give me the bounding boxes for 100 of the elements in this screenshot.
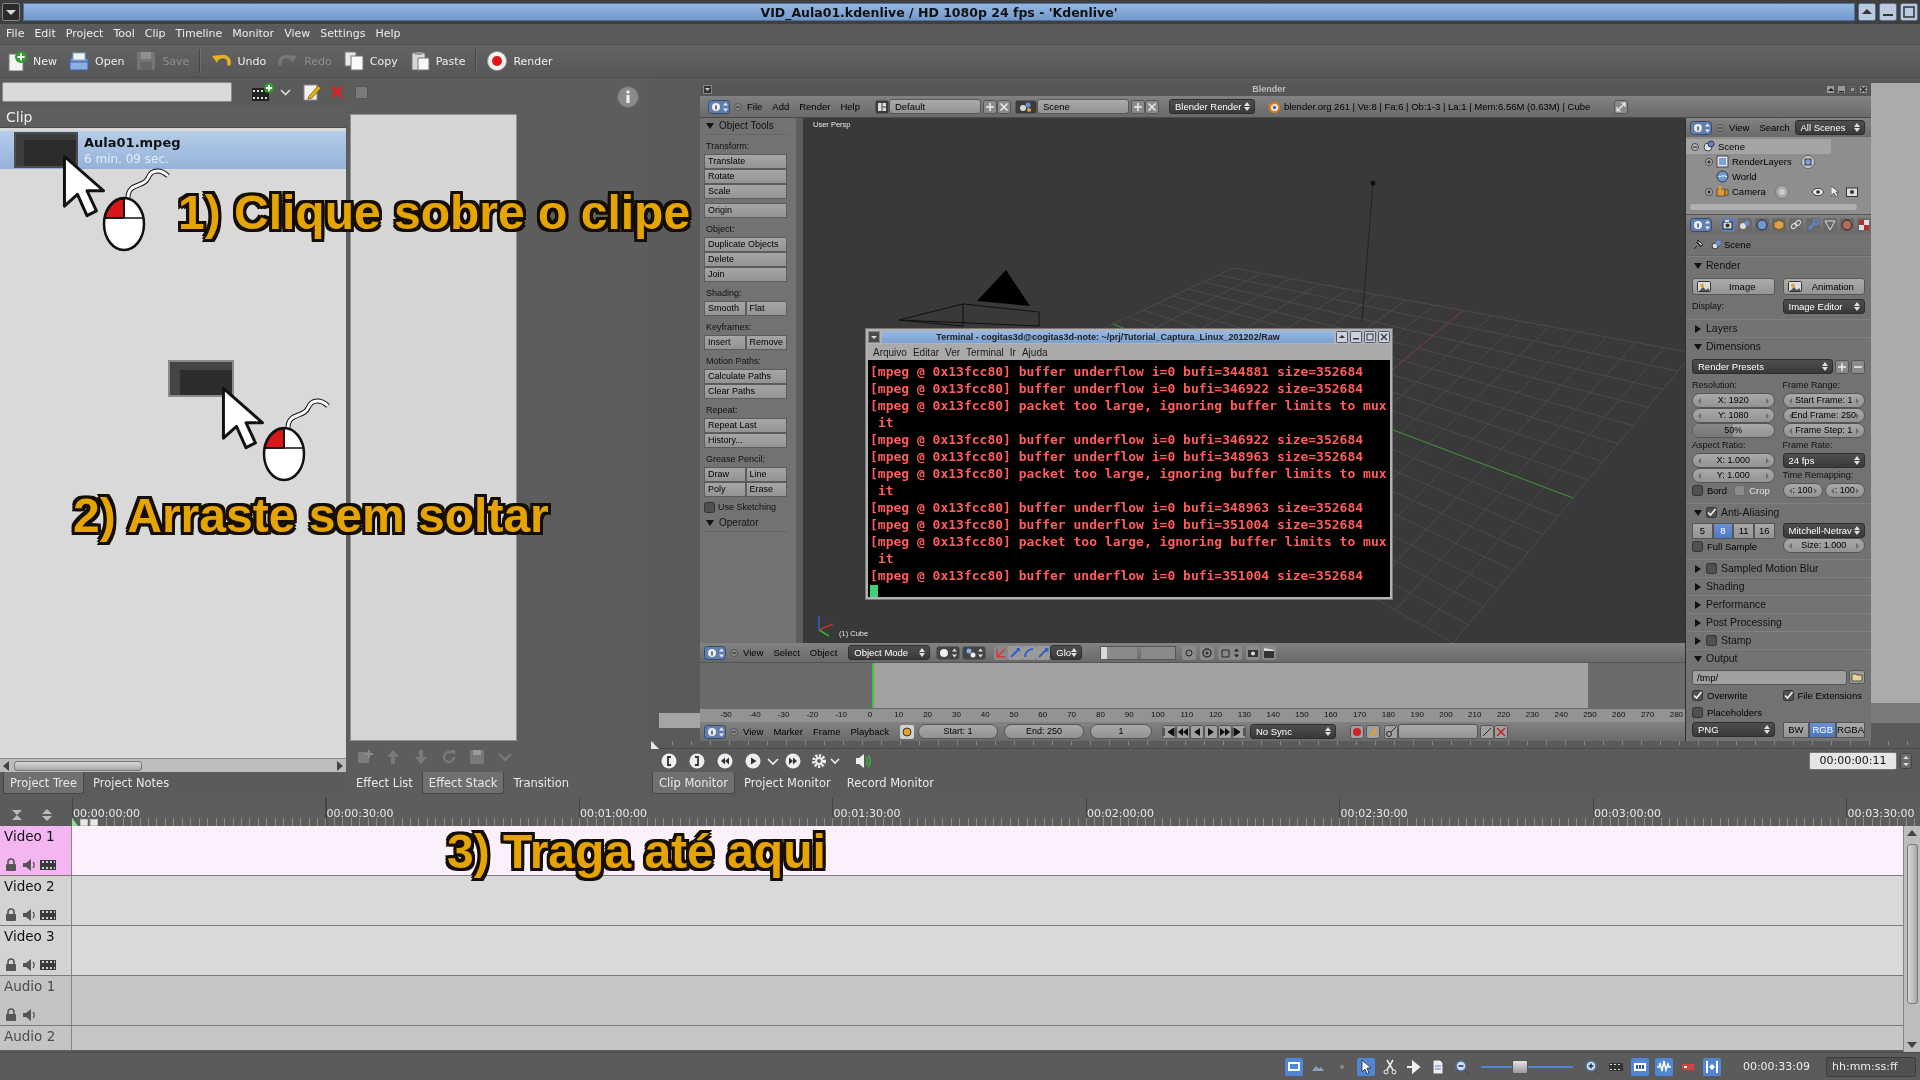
disclosure-triangle-icon[interactable]	[1694, 582, 1702, 591]
menu-item[interactable]: Frame	[808, 726, 846, 737]
path-field[interactable]: /tmp/	[1692, 670, 1847, 685]
outliner-item[interactable]: World	[1686, 169, 1871, 184]
info-icon[interactable]	[617, 86, 639, 108]
tool-button[interactable]: Poly	[704, 482, 746, 497]
scrollbar-handle[interactable]	[1906, 844, 1918, 1004]
play-reverse-icon[interactable]	[1190, 724, 1204, 739]
sphere-icon[interactable]	[1840, 217, 1854, 232]
fast-forward-icon[interactable]	[1218, 724, 1232, 739]
scene-field[interactable]: Scene	[1036, 99, 1129, 114]
track-header[interactable]: Audio 2	[0, 1026, 72, 1050]
number-field[interactable]: Y: 1.000	[1692, 468, 1775, 483]
number-field[interactable]: Size: 1.000	[1782, 538, 1865, 553]
lock-camera-icon[interactable]	[1182, 645, 1197, 660]
layout-icon[interactable]	[874, 99, 889, 114]
sync-dropdown[interactable]: No Sync	[1250, 724, 1336, 739]
dock-tab[interactable]: Project Monitor	[737, 772, 838, 794]
disclosure-triangle-icon[interactable]	[1694, 636, 1702, 645]
minimize-icon[interactable]	[1879, 3, 1897, 21]
expand-icon[interactable]	[1705, 187, 1713, 196]
menu-item[interactable]: Tool	[108, 25, 140, 43]
render-icon[interactable]	[1845, 186, 1858, 197]
proportional-edit-icon[interactable]	[1200, 645, 1215, 660]
add-icon[interactable]	[1835, 359, 1849, 374]
scroll-down-icon[interactable]	[1907, 1041, 1917, 1049]
disclosure-triangle-icon[interactable]	[1694, 261, 1702, 270]
speaker-icon[interactable]	[22, 958, 36, 972]
delete-key-icon[interactable]	[1494, 724, 1508, 739]
clock-icon[interactable]	[704, 724, 726, 739]
window-menu-icon[interactable]	[703, 85, 712, 94]
globe-icon[interactable]	[1755, 217, 1769, 232]
menu-item[interactable]: Terminal	[963, 346, 1007, 358]
keying-set-field[interactable]	[1398, 724, 1478, 739]
thumbnails-icon[interactable]	[1630, 1057, 1649, 1076]
film-strip-icon[interactable]	[40, 908, 56, 922]
scrollbar-handle[interactable]	[14, 760, 142, 771]
camera-icon[interactable]	[1721, 217, 1735, 232]
outliner-item[interactable]: RenderLayers	[1686, 154, 1871, 169]
film-strip-icon[interactable]	[40, 858, 56, 872]
dropdown-menu[interactable]: PNG	[1692, 722, 1775, 737]
toggle-button[interactable]: RGB	[1809, 722, 1837, 738]
panel-header[interactable]: Anti-Aliasing	[1686, 503, 1871, 521]
tool-button[interactable]: Translate	[704, 154, 787, 169]
speaker-icon[interactable]	[22, 1008, 36, 1022]
dock-tab[interactable]: Record Monitor	[839, 772, 941, 794]
minimize-icon[interactable]	[1350, 331, 1362, 343]
menu-item[interactable]: Render	[794, 101, 836, 112]
lock-icon[interactable]	[4, 958, 18, 972]
checkbox[interactable]	[1692, 707, 1703, 718]
menu-item[interactable]: Add	[767, 101, 795, 112]
tool-button[interactable]: Erase	[745, 482, 787, 497]
info-icon[interactable]	[708, 99, 730, 114]
percentage-slider[interactable]: 50%	[1692, 423, 1775, 438]
pointer-icon[interactable]	[1356, 1057, 1375, 1076]
lamp-marker[interactable]	[1361, 180, 1376, 323]
tool-button[interactable]: Repeat Last	[704, 418, 787, 433]
play-icon[interactable]	[745, 752, 761, 769]
speaker-icon[interactable]	[22, 908, 36, 922]
start-frame-field[interactable]: Start: 1	[918, 724, 998, 739]
toolbar-button[interactable]: Open	[63, 47, 131, 75]
maximize-icon[interactable]	[1848, 85, 1857, 94]
jump-start-icon[interactable]	[1162, 724, 1176, 739]
toggle-button[interactable]: BW	[1782, 722, 1810, 738]
checkbox[interactable]	[1692, 485, 1703, 496]
panel-header[interactable]: Shading	[1686, 577, 1871, 595]
fit-zoom-icon[interactable]	[10, 808, 24, 822]
scroll-left-icon[interactable]	[2, 760, 10, 771]
expand-icon[interactable]	[1691, 142, 1699, 151]
menu-item[interactable]: Timeline	[170, 25, 228, 43]
eye-icon[interactable]	[1811, 187, 1824, 196]
dock-tab[interactable]: Effect List	[349, 772, 420, 794]
menu-item[interactable]: Clip	[139, 25, 171, 43]
track-header[interactable]: Video 1	[0, 826, 72, 875]
scroll-right-icon[interactable]	[336, 760, 344, 771]
layout-field[interactable]: Default	[888, 99, 981, 114]
tool-button[interactable]: Rotate	[704, 169, 787, 184]
tool-button[interactable]: Join	[704, 267, 787, 282]
tool-button[interactable]: Delete	[704, 252, 787, 267]
menu-item[interactable]: Playback	[845, 726, 894, 737]
lock-icon[interactable]	[4, 1008, 18, 1022]
spin-arrows-icon[interactable]	[1900, 752, 1912, 769]
collapse-tracks-icon[interactable]	[40, 808, 54, 822]
time-format-dropdown[interactable]: hh:mm:ss:ff	[1826, 1056, 1916, 1077]
tool-button[interactable]: Remove	[745, 335, 787, 350]
tool-button[interactable]: Calculate Paths	[704, 369, 787, 384]
panel-header[interactable]: Layers	[1686, 319, 1871, 337]
cursor-icon[interactable]	[1830, 186, 1839, 197]
display-mode-dropdown[interactable]: All Scenes	[1794, 120, 1865, 135]
checkbox[interactable]	[704, 501, 715, 513]
timecode-field[interactable]: 00:00:00:11	[1809, 751, 1897, 770]
minimize-icon[interactable]	[1837, 85, 1846, 94]
shading-icon[interactable]	[936, 645, 961, 660]
render-layer-icon[interactable]	[1800, 154, 1815, 169]
maximize-icon[interactable]	[1900, 3, 1918, 21]
menu-item[interactable]: View	[279, 25, 316, 43]
lock-icon[interactable]	[4, 908, 18, 922]
disclosure-triangle-icon[interactable]	[1694, 654, 1702, 663]
dropdown-menu[interactable]: Mitchell-Netrav	[1782, 523, 1865, 538]
menu-item[interactable]: Object	[804, 647, 843, 658]
